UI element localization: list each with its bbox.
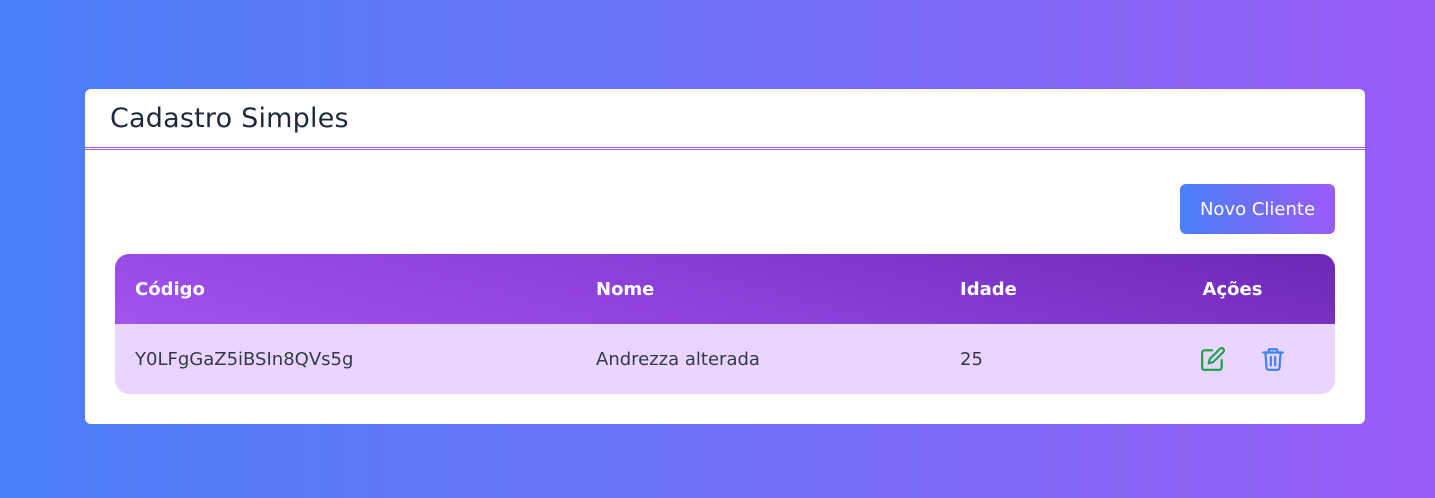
table-header-row: Código Nome Idade Ações (115, 254, 1335, 324)
card-header: Cadastro Simples (85, 89, 1365, 150)
row-actions (1150, 343, 1335, 375)
trash-icon[interactable] (1257, 343, 1289, 375)
header-codigo: Código (135, 278, 205, 300)
edit-icon[interactable] (1197, 343, 1229, 375)
header-nome: Nome (596, 278, 655, 300)
table-row: Y0LFgGaZ5iBSIn8QVs5g Andrezza alterada 2… (115, 324, 1335, 394)
new-client-button[interactable]: Novo Cliente (1180, 184, 1335, 234)
page-title: Cadastro Simples (110, 102, 349, 134)
header-acoes: Ações (1202, 278, 1263, 300)
client-card: Cadastro Simples Novo Cliente Código Nom… (85, 89, 1365, 424)
cell-nome: Andrezza alterada (596, 348, 760, 370)
clients-table: Código Nome Idade Ações Y0LFgGaZ5iBSIn8Q… (115, 254, 1335, 394)
cell-actions (1130, 324, 1335, 394)
cell-codigo: Y0LFgGaZ5iBSIn8QVs5g (135, 348, 354, 370)
cell-idade: 25 (960, 348, 983, 370)
header-idade: Idade (960, 278, 1017, 300)
